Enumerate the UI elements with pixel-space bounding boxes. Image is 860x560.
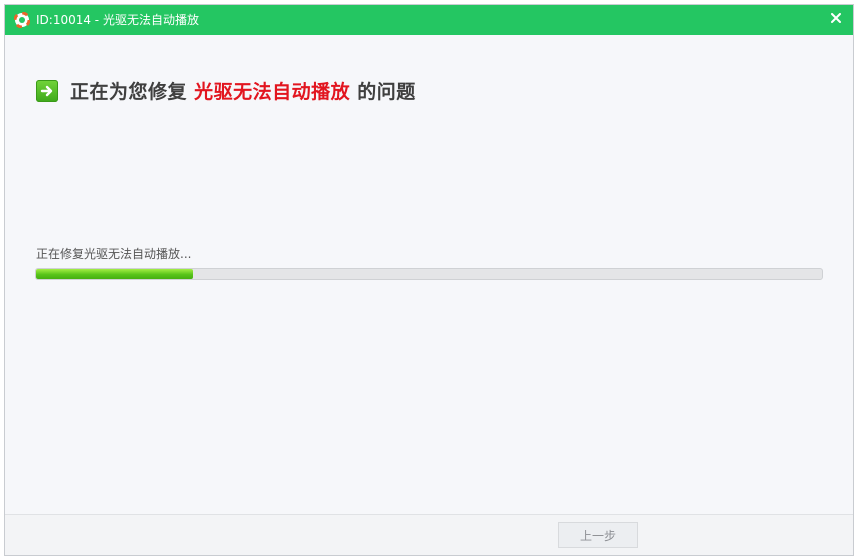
repair-heading: 正在为您修复 光驱无法自动播放 的问题 — [36, 77, 416, 104]
title-bar: ID:10014 - 光驱无法自动播放 — [5, 5, 853, 35]
window-title: ID:10014 - 光驱无法自动播放 — [36, 13, 199, 27]
progress-bar — [35, 268, 823, 280]
heading-suffix: 的问题 — [357, 81, 416, 103]
heading-prefix: 正在为您修复 — [70, 81, 188, 103]
arrow-right-icon — [36, 79, 58, 102]
footer-bar: 上一步 — [5, 514, 853, 555]
lifebuoy-icon — [14, 12, 30, 28]
progress-status-text: 正在修复光驱无法自动播放... — [36, 247, 192, 261]
previous-step-button[interactable]: 上一步 — [558, 522, 638, 548]
repair-window: ID:10014 - 光驱无法自动播放 正在为您修复 光驱无法自动播放 的问题 … — [4, 4, 854, 556]
heading-highlight: 光驱无法自动播放 — [194, 81, 351, 103]
heading-text: 正在为您修复 光驱无法自动播放 的问题 — [70, 77, 416, 104]
close-icon[interactable] — [827, 9, 845, 27]
progress-fill — [36, 269, 194, 279]
